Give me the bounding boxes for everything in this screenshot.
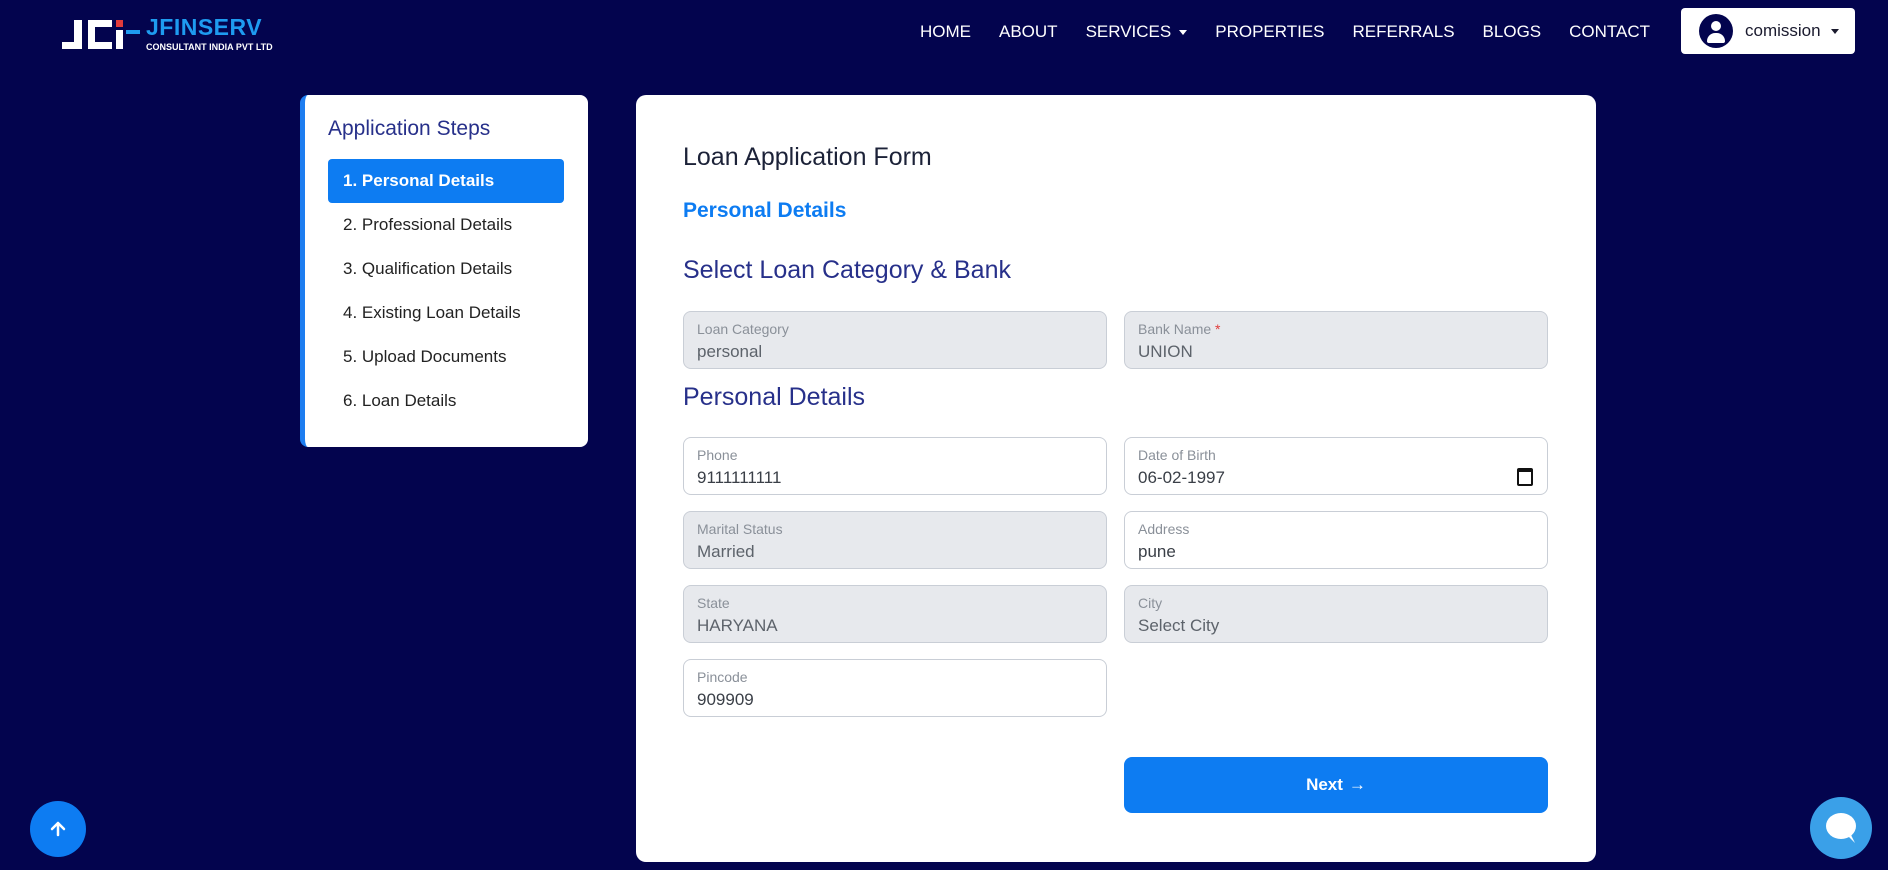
arrow-up-icon: [50, 821, 66, 837]
phone-field[interactable]: Phone 9111111111: [683, 437, 1107, 495]
current-step-title: Personal Details: [683, 199, 847, 222]
step-upload-documents[interactable]: 5. Upload Documents: [328, 335, 564, 379]
sidebar-title: Application Steps: [328, 117, 491, 140]
nav-services[interactable]: SERVICES: [1086, 22, 1188, 42]
next-button[interactable]: Next →: [1124, 757, 1548, 813]
user-icon: [1699, 14, 1733, 48]
chevron-down-icon: [1179, 29, 1188, 35]
phone-value: 9111111111: [697, 468, 782, 487]
nav-properties[interactable]: PROPERTIES: [1215, 22, 1324, 42]
pincode-field[interactable]: Pincode 909909: [683, 659, 1107, 717]
chat-button[interactable]: [1810, 797, 1872, 859]
navbar: JFINSERV CONSULTANT INDIA PVT LTD HOME A…: [0, 0, 1888, 64]
marital-status-label: Marital Status: [697, 521, 783, 537]
nav-referrals[interactable]: REFERRALS: [1353, 22, 1455, 42]
loan-category-field[interactable]: Loan Category personal: [683, 311, 1107, 369]
date-of-birth-value: 06-02-1997: [1138, 468, 1225, 487]
state-label: State: [697, 595, 730, 611]
nav-services-label: SERVICES: [1085, 22, 1172, 41]
user-name: comission: [1745, 21, 1821, 40]
form-title: Loan Application Form: [683, 143, 932, 171]
user-menu-button[interactable]: comission: [1681, 8, 1855, 54]
marital-status-value: Married: [697, 542, 755, 561]
loan-application-card: Loan Application Form Personal Details S…: [636, 95, 1596, 862]
city-value: Select City: [1138, 616, 1220, 635]
step-qualification-details[interactable]: 3. Qualification Details: [328, 247, 564, 291]
brand-name: JFINSERV: [146, 13, 263, 40]
city-field[interactable]: City Select City: [1124, 585, 1548, 643]
loan-category-label: Loan Category: [697, 321, 789, 337]
bank-name-value: UNION: [1138, 342, 1193, 361]
pincode-value: 909909: [697, 690, 754, 709]
nav-contact[interactable]: CONTACT: [1569, 22, 1650, 42]
step-personal-details[interactable]: 1. Personal Details: [328, 159, 564, 203]
chat-bubble-icon: [1826, 813, 1856, 843]
nav-blogs[interactable]: BLOGS: [1483, 22, 1542, 42]
nav-home[interactable]: HOME: [920, 22, 971, 42]
logo[interactable]: JFINSERV CONSULTANT INDIA PVT LTD: [60, 14, 273, 54]
scroll-to-top-button[interactable]: [30, 801, 86, 857]
bank-name-label-text: Bank Name: [1138, 321, 1212, 337]
steps-list: 1. Personal Details 2. Professional Deta…: [328, 159, 564, 423]
step-existing-loan-details[interactable]: 4. Existing Loan Details: [328, 291, 564, 335]
address-label: Address: [1138, 521, 1190, 537]
brand-subtitle: CONSULTANT INDIA PVT LTD: [146, 41, 273, 52]
nav-links: HOME ABOUT SERVICES PROPERTIES REFERRALS…: [920, 0, 1678, 64]
bank-name-label: Bank Name *: [1138, 321, 1221, 337]
next-button-label: Next: [1306, 775, 1343, 794]
application-steps-panel: Application Steps 1. Personal Details 2.…: [300, 95, 588, 447]
nav-about[interactable]: ABOUT: [999, 22, 1058, 42]
logo-mark-icon: [60, 16, 142, 52]
loan-category-value: personal: [697, 342, 763, 361]
address-field[interactable]: Address pune: [1124, 511, 1548, 569]
marital-status-field[interactable]: Marital Status Married: [683, 511, 1107, 569]
step-loan-details[interactable]: 6. Loan Details: [328, 379, 564, 423]
required-mark: *: [1215, 321, 1221, 337]
step-professional-details[interactable]: 2. Professional Details: [328, 203, 564, 247]
state-value: HARYANA: [697, 616, 778, 635]
section-loan-category-heading: Select Loan Category & Bank: [683, 256, 1011, 284]
calendar-icon[interactable]: [1517, 468, 1533, 486]
section-personal-details-heading: Personal Details: [683, 383, 866, 411]
phone-label: Phone: [697, 447, 738, 463]
state-field[interactable]: State HARYANA: [683, 585, 1107, 643]
arrow-right-icon: →: [1348, 775, 1366, 794]
city-label: City: [1138, 595, 1163, 611]
date-of-birth-label: Date of Birth: [1138, 447, 1216, 463]
chevron-down-icon: [1830, 28, 1839, 34]
date-of-birth-field[interactable]: Date of Birth 06-02-1997: [1124, 437, 1548, 495]
address-value: pune: [1138, 542, 1176, 561]
bank-name-field[interactable]: Bank Name * UNION: [1124, 311, 1548, 369]
pincode-label: Pincode: [697, 669, 748, 685]
